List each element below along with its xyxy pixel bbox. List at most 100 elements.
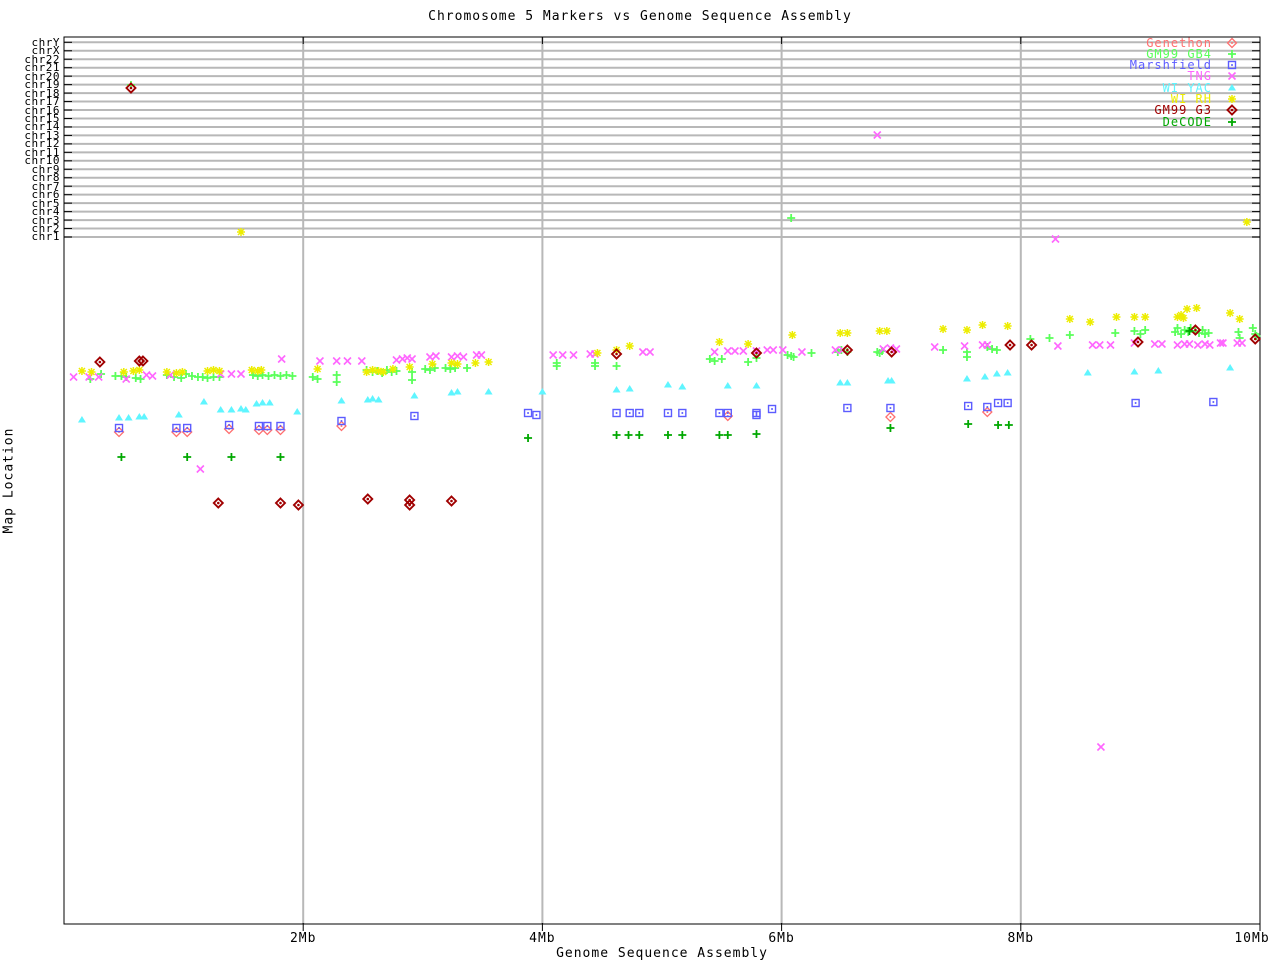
data-point bbox=[836, 379, 845, 386]
data-point bbox=[523, 408, 533, 418]
data-point bbox=[183, 453, 192, 461]
data-point bbox=[136, 375, 145, 383]
data-point bbox=[276, 372, 285, 380]
data-point bbox=[723, 346, 732, 356]
data-point bbox=[172, 369, 181, 377]
data-point bbox=[730, 346, 740, 356]
data-point bbox=[638, 347, 647, 357]
data-point bbox=[1053, 341, 1062, 351]
data-point bbox=[484, 388, 493, 395]
data-point bbox=[174, 411, 183, 418]
data-point bbox=[292, 499, 305, 511]
data-point bbox=[282, 371, 291, 379]
data-point bbox=[313, 365, 322, 373]
data-point bbox=[962, 326, 971, 334]
data-point bbox=[715, 338, 724, 346]
data-point bbox=[767, 404, 777, 414]
data-point bbox=[1004, 421, 1013, 429]
series-points-gm99-g3 bbox=[94, 82, 1262, 511]
data-point bbox=[885, 411, 896, 423]
data-point bbox=[1003, 398, 1012, 408]
data-point bbox=[524, 434, 533, 442]
data-point bbox=[717, 355, 726, 363]
data-point bbox=[368, 366, 377, 374]
data-point bbox=[882, 327, 891, 335]
data-point bbox=[1106, 340, 1115, 350]
data-point bbox=[446, 365, 455, 373]
data-point bbox=[886, 403, 895, 413]
data-point bbox=[723, 382, 732, 389]
chromosome-label-chr1: chr1 bbox=[31, 230, 60, 244]
data-point bbox=[362, 368, 371, 376]
legend-item-tng: TNG bbox=[0, 70, 1280, 82]
data-point bbox=[1183, 305, 1192, 313]
data-point bbox=[198, 373, 207, 381]
data-point bbox=[1192, 304, 1201, 312]
data-point bbox=[1226, 309, 1235, 317]
data-point bbox=[625, 342, 634, 350]
data-point bbox=[1004, 339, 1016, 351]
data-point bbox=[1157, 339, 1166, 349]
data-point bbox=[87, 368, 96, 376]
legend-item-wi-rh: WI RH bbox=[0, 93, 1280, 105]
x-tick-label-10Mb: 10Mb bbox=[1234, 931, 1270, 946]
legend-item-wi-yac: WI YAC bbox=[0, 82, 1280, 94]
data-point bbox=[1141, 313, 1150, 321]
data-point bbox=[752, 382, 761, 389]
data-point bbox=[258, 399, 267, 406]
data-point bbox=[558, 350, 567, 360]
x-tick-label-8Mb: 8Mb bbox=[1007, 931, 1035, 946]
legend-item-gm99-gb4: GM99 GB4 bbox=[0, 48, 1280, 60]
data-point bbox=[1086, 318, 1095, 326]
data-point bbox=[227, 369, 236, 379]
data-point bbox=[343, 356, 352, 366]
data-point bbox=[1226, 364, 1235, 371]
data-point bbox=[994, 421, 1003, 429]
data-point bbox=[453, 388, 462, 395]
data-point bbox=[212, 497, 225, 509]
data-point bbox=[645, 347, 655, 357]
data-point bbox=[447, 359, 456, 367]
data-point bbox=[178, 368, 187, 376]
data-point bbox=[1130, 368, 1139, 375]
data-point bbox=[1235, 315, 1244, 323]
x-tick-label-6Mb: 6Mb bbox=[768, 931, 795, 946]
data-point bbox=[459, 352, 468, 362]
data-point bbox=[410, 392, 419, 399]
legend-item-marshfield: Marshfield bbox=[0, 59, 1280, 71]
data-point bbox=[252, 400, 261, 407]
data-point bbox=[315, 356, 325, 366]
data-point bbox=[264, 372, 273, 380]
data-point bbox=[778, 345, 787, 355]
data-point bbox=[992, 346, 1001, 354]
data-point bbox=[930, 342, 939, 352]
data-point bbox=[678, 431, 687, 439]
data-point bbox=[960, 341, 969, 351]
data-point bbox=[410, 411, 419, 421]
data-point bbox=[484, 358, 493, 366]
data-point bbox=[964, 420, 973, 428]
data-point bbox=[1088, 340, 1097, 350]
data-point bbox=[963, 401, 973, 411]
data-point bbox=[769, 345, 778, 355]
data-point bbox=[739, 346, 748, 356]
data-point bbox=[1209, 397, 1218, 407]
data-point bbox=[1237, 338, 1247, 348]
data-point bbox=[236, 369, 246, 379]
data-point bbox=[408, 376, 417, 384]
data-point bbox=[421, 365, 430, 373]
data-point bbox=[148, 371, 157, 381]
data-point bbox=[131, 374, 140, 382]
data-point bbox=[332, 378, 341, 386]
data-point bbox=[593, 349, 602, 357]
data-point bbox=[1131, 398, 1140, 408]
data-point bbox=[993, 398, 1003, 408]
data-point bbox=[1025, 339, 1038, 351]
data-point bbox=[678, 383, 687, 390]
data-point bbox=[663, 381, 672, 388]
data-point bbox=[843, 329, 852, 337]
data-point bbox=[1112, 313, 1121, 321]
data-point bbox=[1003, 369, 1012, 376]
data-point bbox=[276, 453, 285, 461]
data-point bbox=[1065, 315, 1074, 323]
